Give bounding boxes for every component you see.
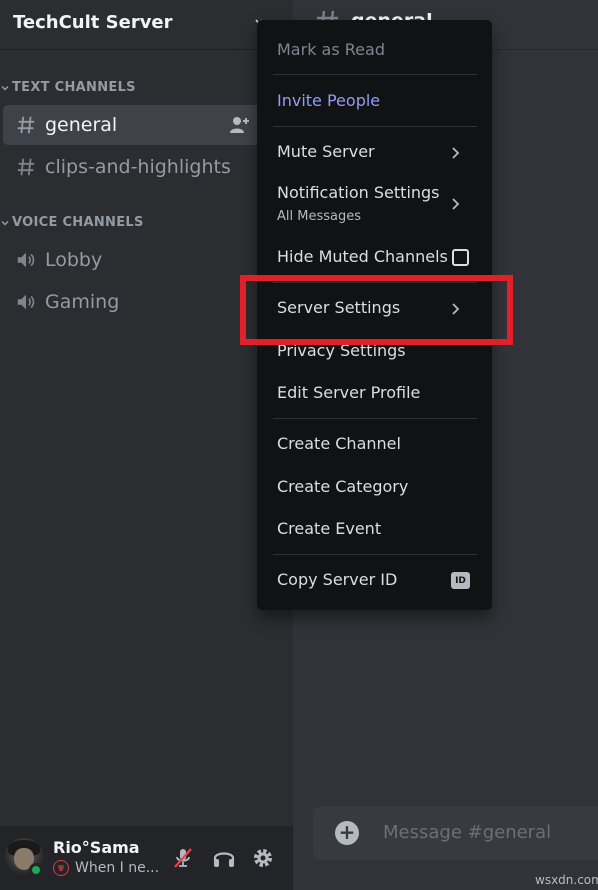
menu-item-invite-people[interactable]: Invite People [277,91,380,110]
hide-muted-checkbox[interactable] [452,249,469,266]
chevron-down-icon [1,85,9,91]
menu-item-mute-server[interactable]: Mute Server [277,142,375,161]
user-panel: Rio°Sama When I ne... [0,826,293,890]
hash-icon [17,158,35,176]
server-name[interactable]: TechCult Server [13,12,173,33]
chevron-right-icon [452,198,460,210]
id-icon: ID [451,572,470,589]
menu-item-create-channel[interactable]: Create Channel [277,434,401,453]
category-text-channels[interactable]: TEXT CHANNELS [0,80,136,95]
plus-icon: + [338,820,356,844]
speaker-icon [17,294,35,310]
channel-name: clips-and-highlights [45,156,231,178]
custom-status[interactable]: When I ne... [53,860,159,876]
channel-name: Lobby [45,249,103,271]
online-status-indicator [29,863,43,877]
category-label: TEXT CHANNELS [12,80,136,95]
menu-item-mark-as-read[interactable]: Mark as Read [277,40,385,59]
highlight-annotation [240,275,513,345]
server-header[interactable]: TechCult Server [0,0,293,50]
category-label: VOICE CHANNELS [12,215,144,230]
menu-item-copy-server-id[interactable]: Copy Server ID [277,570,397,589]
speaker-icon [17,252,35,268]
menu-divider [273,126,477,127]
menu-item-create-category[interactable]: Create Category [277,477,408,496]
menu-divider [273,74,477,75]
hash-icon [17,116,35,134]
username[interactable]: Rio°Sama [53,838,140,857]
chevron-right-icon [452,147,460,159]
menu-divider [273,418,477,419]
category-voice-channels[interactable]: VOICE CHANNELS [0,215,144,230]
custom-status-text: When I ne... [75,860,160,876]
channel-name: general [45,114,118,136]
menu-divider [273,554,477,555]
message-input[interactable]: Message #general [383,822,551,843]
add-attachment-button[interactable]: + [335,821,359,845]
menu-item-edit-server-profile[interactable]: Edit Server Profile [277,383,420,402]
invite-icon[interactable] [228,115,250,135]
channel-name: Gaming [45,291,120,313]
message-composer[interactable]: + Message #general [313,806,598,860]
chevron-down-icon [1,220,9,226]
channel-sidebar: TechCult Server TEXT CHANNELS general cl… [0,0,303,890]
gear-icon[interactable] [250,845,276,871]
menu-item-notification-settings[interactable]: Notification Settings [277,183,440,202]
watermark: wsxdn.com [535,873,598,887]
status-emoji-icon [53,860,69,876]
menu-item-create-event[interactable]: Create Event [277,519,381,538]
menu-item-hide-muted-channels[interactable]: Hide Muted Channels [277,247,448,266]
headphones-icon[interactable] [211,845,237,871]
notification-settings-value: All Messages [277,209,361,224]
microphone-muted-icon[interactable] [170,845,196,871]
